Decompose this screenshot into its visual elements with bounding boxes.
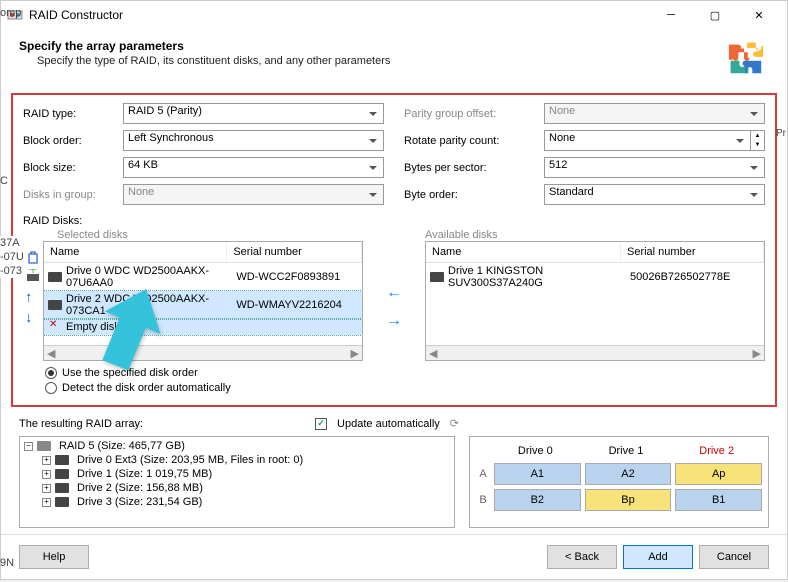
col-serial: Serial number: [621, 242, 764, 262]
detect-order-auto-radio[interactable]: Detect the disk order automatically: [45, 382, 765, 394]
minimize-button[interactable]: ─: [649, 1, 693, 29]
cropped-text: Pr: [776, 128, 786, 139]
result-tree[interactable]: −RAID 5 (Size: 465,77 GB) +Drive 0 Ext3 …: [19, 436, 455, 528]
titlebar: RAID Constructor ─ ▢ ✕: [1, 1, 787, 29]
col-name: Name: [426, 242, 621, 262]
horizontal-scrollbar[interactable]: ◀▶: [44, 345, 362, 360]
block-size-label: Block size:: [23, 162, 123, 174]
rotate-parity-label: Rotate parity count:: [404, 135, 544, 147]
result-label: The resulting RAID array:: [19, 418, 143, 430]
stripe-grid: Drive 0 Drive 1 Drive 2 A A1 A2 Ap B B2 …: [469, 436, 769, 528]
raid-disks-label: RAID Disks:: [23, 215, 765, 227]
stripe-cell: B1: [675, 489, 762, 511]
back-button[interactable]: < Back: [547, 545, 617, 569]
list-item[interactable]: Drive 2 WDC WD2500AAKX-073CA1WD-WMAYV221…: [44, 291, 362, 319]
cropped-text: omp C 37A -07U -073 9N: [0, 236, 24, 278]
stripe-cell: Bp: [585, 489, 672, 511]
horizontal-scrollbar[interactable]: ◀▶: [426, 345, 764, 360]
move-right-icon[interactable]: →: [386, 312, 402, 330]
grid-head-0: Drive 0: [490, 443, 581, 459]
selected-disks-label: Selected disks: [57, 229, 363, 241]
stripe-cell: A1: [494, 463, 581, 485]
disks-in-group-select: None: [123, 184, 384, 205]
svg-text:＋: ＋: [28, 269, 39, 276]
move-up-icon[interactable]: ↑: [25, 289, 41, 305]
bytes-sector-select[interactable]: 512: [544, 157, 765, 178]
window-title: RAID Constructor: [29, 8, 649, 22]
page-subtitle: Specify the type of RAID, its constituen…: [37, 55, 727, 67]
add-disk-icon[interactable]: ＋: [25, 269, 41, 285]
refresh-icon[interactable]: ⟳: [450, 417, 459, 430]
update-auto-checkbox[interactable]: [315, 418, 327, 430]
block-order-select[interactable]: Left Synchronous: [123, 130, 384, 151]
stripe-cell: B2: [494, 489, 581, 511]
puzzle-icon: [727, 39, 769, 81]
bytes-sector-label: Bytes per sector:: [404, 162, 544, 174]
parameters-panel: RAID type: RAID 5 (Parity) Block order: …: [11, 93, 777, 407]
tree-item[interactable]: +Drive 1 (Size: 1 019,75 MB): [42, 467, 450, 481]
add-button[interactable]: Add: [623, 545, 693, 569]
page-title: Specify the array parameters: [19, 39, 727, 53]
grid-head-2: Drive 2: [671, 443, 762, 459]
parity-offset-select: None: [544, 103, 765, 124]
list-item[interactable]: Drive 1 KINGSTON SUV300S37A240G50026B726…: [426, 263, 764, 291]
stripe-cell: A2: [585, 463, 672, 485]
close-button[interactable]: ✕: [737, 1, 781, 29]
block-order-label: Block order:: [23, 135, 123, 147]
tree-item[interactable]: +Drive 3 (Size: 231,54 GB): [42, 495, 450, 509]
window-controls: ─ ▢ ✕: [649, 1, 781, 29]
help-button[interactable]: Help: [19, 545, 89, 569]
cancel-button[interactable]: Cancel: [699, 545, 769, 569]
delete-disk-icon[interactable]: [25, 249, 41, 265]
raid-type-label: RAID type:: [23, 108, 123, 120]
raid-type-select[interactable]: RAID 5 (Parity): [123, 103, 384, 124]
move-left-icon[interactable]: ←: [386, 284, 402, 302]
tree-item[interactable]: +Drive 0 Ext3 (Size: 203,95 MB, Files in…: [42, 453, 450, 467]
list-item[interactable]: Drive 0 WDC WD2500AAKX-07U6AA0WD-WCC2F08…: [44, 263, 362, 291]
tree-item[interactable]: +Drive 2 (Size: 156,88 MB): [42, 481, 450, 495]
col-name: Name: [44, 242, 227, 262]
list-item[interactable]: Empty disk: [44, 319, 362, 335]
block-size-select[interactable]: 64 KB: [123, 157, 384, 178]
grid-head-1: Drive 1: [581, 443, 672, 459]
update-auto-label: Update automatically: [337, 418, 440, 430]
tree-root[interactable]: −RAID 5 (Size: 465,77 GB): [24, 439, 450, 453]
col-serial: Serial number: [227, 242, 362, 262]
available-disks-label: Available disks: [425, 229, 765, 241]
rotate-parity-spinner[interactable]: ▲▼: [751, 130, 765, 151]
disks-in-group-label: Disks in group:: [23, 189, 123, 201]
rotate-parity-input[interactable]: None: [544, 130, 751, 151]
stripe-cell: Ap: [675, 463, 762, 485]
use-specified-order-radio[interactable]: Use the specified disk order: [45, 367, 765, 379]
parity-offset-label: Parity group offset:: [404, 108, 544, 120]
move-down-icon[interactable]: ↓: [25, 309, 41, 325]
available-disks-list[interactable]: Name Serial number Drive 1 KINGSTON SUV3…: [425, 241, 765, 361]
byte-order-select[interactable]: Standard: [544, 184, 765, 205]
byte-order-label: Byte order:: [404, 189, 544, 201]
maximize-button[interactable]: ▢: [693, 1, 737, 29]
selected-disks-list[interactable]: Name Serial number Drive 0 WDC WD2500AAK…: [43, 241, 363, 361]
header: Specify the array parameters Specify the…: [1, 29, 787, 89]
